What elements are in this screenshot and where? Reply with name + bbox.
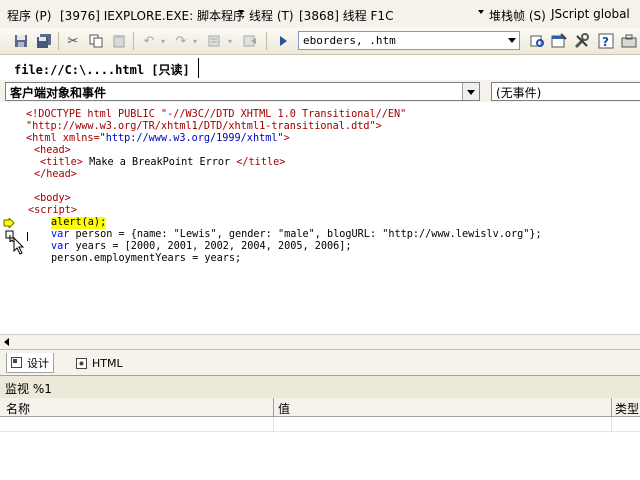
chevron-down-icon[interactable]: [478, 10, 484, 14]
start-debug-icon[interactable]: [273, 31, 293, 51]
view-tabs: 设计 HTML: [0, 349, 640, 376]
code-editor[interactable]: <!DOCTYPE html PUBLIC "-//W3C//DTD XHTML…: [0, 104, 640, 334]
document-tab-strip: file://C:\....html [只读]: [0, 56, 640, 81]
program-select[interactable]: [3976] IEXPLORE.EXE: 脚本程序: [60, 7, 245, 24]
tab-design[interactable]: 设计: [6, 353, 54, 373]
tools-icon[interactable]: [572, 31, 592, 51]
client-objects-value: 客户端对象和事件: [10, 86, 107, 100]
help-icon[interactable]: ?: [596, 31, 616, 51]
code-line: person.employmentYears = years;: [51, 253, 242, 264]
stack-frame-select[interactable]: JScript global: [551, 7, 630, 21]
navigation-bar: 客户端对象和事件 (无事件): [0, 80, 640, 102]
code-line: <!DOCTYPE html PUBLIC "-//W3C//DTD XHTML…: [26, 109, 407, 120]
debug-location-bar: 程序 (P) [3976] IEXPLORE.EXE: 脚本程序 线程 (T) …: [0, 0, 640, 28]
properties-icon[interactable]: [549, 31, 569, 51]
column-type[interactable]: 类型: [615, 400, 639, 417]
toolbox-icon[interactable]: [619, 31, 639, 51]
program-label: 程序 (P): [7, 9, 52, 23]
find-in-files-icon[interactable]: [527, 31, 547, 51]
code-line: <script>: [28, 205, 78, 216]
code-line: "http://www.w3.org/TR/xhtml1/DTD/xhtml1-…: [26, 121, 382, 132]
solution-config-value: eborders, .htm: [303, 34, 396, 47]
scroll-left-icon[interactable]: [4, 338, 9, 346]
client-objects-dropdown[interactable]: 客户端对象和事件: [5, 82, 480, 101]
mouse-cursor-icon: [13, 236, 25, 258]
code-line: <title> Make a BreakPoint Error </title>: [40, 157, 286, 168]
current-statement-line: alert(a);: [51, 217, 107, 229]
horizontal-scrollbar[interactable]: [0, 334, 640, 349]
code-line: <body>: [34, 193, 71, 204]
events-value: (无事件): [496, 86, 542, 100]
tab-html[interactable]: HTML: [72, 353, 127, 373]
events-dropdown[interactable]: (无事件): [491, 82, 640, 101]
document-tab[interactable]: file://C:\....html [只读]: [6, 58, 199, 78]
tab-html-label: HTML: [92, 356, 123, 370]
cut-icon[interactable]: ✂: [63, 31, 83, 51]
code-line: <html xmlns="http://www.w3.org/1999/xhtm…: [26, 133, 290, 144]
chevron-down-icon[interactable]: ▾: [220, 31, 240, 51]
column-value[interactable]: 值: [278, 400, 290, 417]
chevron-down-icon[interactable]: [508, 38, 516, 43]
navigate-forward-icon[interactable]: [240, 31, 260, 51]
current-statement-arrow-icon: [3, 216, 15, 231]
standard-toolbar: ✂ ↶ ▾ ↷ ▾ ▾ eborders, .htm ?: [0, 28, 640, 55]
tab-design-label: 设计: [27, 356, 49, 370]
watch-title-text: 监视 %1: [5, 382, 52, 396]
code-line: </head>: [34, 169, 77, 180]
design-view-icon: [11, 357, 22, 368]
chevron-down-icon[interactable]: ▾: [153, 31, 173, 51]
column-name[interactable]: 名称: [6, 400, 30, 417]
thread-select[interactable]: [3868] 线程 F1C: [299, 7, 393, 24]
watch-grid[interactable]: [0, 417, 640, 480]
text-caret: [27, 232, 28, 241]
code-line: var person = {name: "Lewis", gender: "ma…: [51, 229, 542, 240]
chevron-down-icon[interactable]: [238, 10, 244, 14]
code-line: var years = [2000, 2001, 2002, 2004, 200…: [51, 241, 352, 252]
solution-config-combo[interactable]: eborders, .htm: [298, 31, 520, 50]
save-icon[interactable]: [11, 31, 31, 51]
save-all-icon[interactable]: [34, 31, 54, 51]
paste-icon[interactable]: [109, 31, 129, 51]
chevron-down-icon[interactable]: [462, 83, 479, 100]
copy-icon[interactable]: [86, 31, 106, 51]
watch-column-header: 名称 值 类型: [0, 398, 640, 417]
code-line: <head>: [34, 145, 71, 156]
thread-label: 线程 (T): [249, 9, 294, 23]
watch-window-title: 监视 %1: [0, 376, 640, 399]
html-view-icon: [76, 357, 87, 369]
chevron-down-icon[interactable]: ▾: [185, 31, 205, 51]
stack-frame-label: 堆栈帧 (S): [489, 9, 546, 23]
svg-text:?: ?: [602, 35, 609, 49]
breakpoint-gutter[interactable]: [0, 104, 25, 334]
